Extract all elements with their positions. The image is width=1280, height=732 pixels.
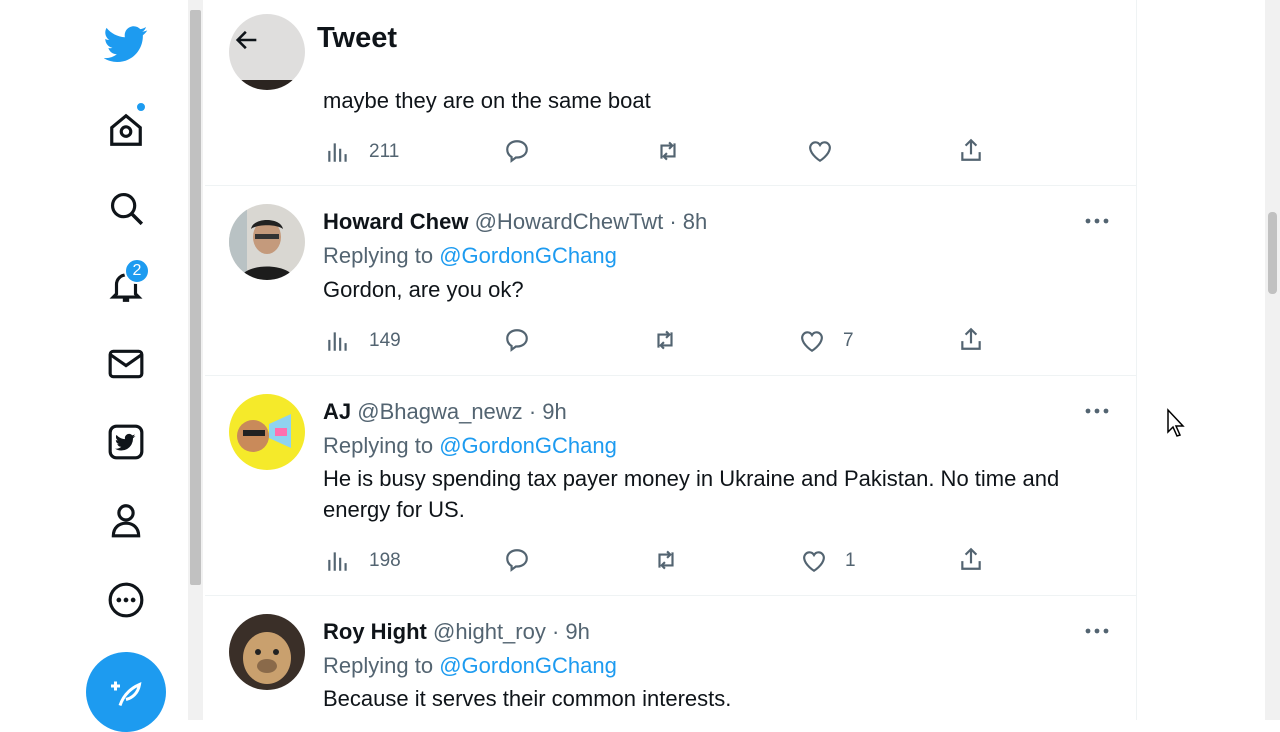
- share-upload-icon: [961, 138, 981, 161]
- back-arrow-icon: [235, 30, 257, 50]
- more-options-button[interactable]: [1083, 211, 1111, 231]
- ellipsis-icon: [1085, 408, 1109, 414]
- views-count: 149: [369, 330, 401, 351]
- reply-bubble-icon: [506, 549, 528, 572]
- views-count: 198: [369, 550, 401, 571]
- replying-to-label: Replying to: [323, 433, 434, 458]
- ellipsis-icon: [1085, 628, 1109, 634]
- like-button[interactable]: 1: [801, 548, 856, 574]
- likes-count: 7: [843, 330, 854, 351]
- replying-to-handle[interactable]: @GordonGChang: [439, 433, 617, 458]
- profile-person-icon[interactable]: [106, 500, 146, 540]
- tweet-text: Because it serves their common interests…: [323, 686, 732, 711]
- more-options-button[interactable]: [1083, 401, 1111, 421]
- avatar[interactable]: [229, 394, 305, 470]
- replying-to-label: Replying to: [323, 653, 434, 678]
- page-title: Tweet: [317, 22, 398, 54]
- retweet-button[interactable]: [653, 547, 679, 573]
- sidebar-scrollbar-thumb[interactable]: [190, 10, 201, 585]
- avatar[interactable]: [229, 614, 305, 690]
- retweet-icon: [660, 141, 676, 161]
- likes-count: 1: [845, 550, 856, 571]
- notification-badge: 2: [124, 258, 150, 284]
- reply-button[interactable]: [504, 138, 530, 164]
- ellipsis-icon: [1085, 218, 1109, 224]
- tweet-author-line: Howard Chew @HowardChewTwt · 8h: [323, 209, 707, 235]
- sidebar: 2: [0, 0, 188, 732]
- author-handle[interactable]: @HowardChewTwt: [475, 209, 664, 234]
- reply-button[interactable]: [504, 327, 530, 353]
- twitter-logo-icon[interactable]: [104, 22, 148, 66]
- replying-to-line: Replying to @GordonGChang: [323, 653, 617, 679]
- heart-icon: [801, 331, 823, 353]
- views-button[interactable]: 149: [325, 328, 401, 354]
- replying-to-label: Replying to: [323, 243, 434, 268]
- heart-icon: [803, 551, 825, 573]
- sidebar-scrollbar[interactable]: [188, 0, 203, 720]
- tweet-time[interactable]: · 9h: [552, 619, 590, 644]
- back-arrow-button[interactable]: [229, 22, 265, 58]
- page-header: Tweet: [205, 0, 1136, 80]
- views-button[interactable]: 198: [325, 548, 401, 574]
- replying-to-handle[interactable]: @GordonGChang: [439, 243, 617, 268]
- reply-bubble-icon: [506, 329, 528, 352]
- views-count: 211: [369, 141, 400, 162]
- tweet-text: Gordon, are you ok?: [323, 277, 524, 302]
- like-button[interactable]: [807, 138, 833, 164]
- tweet-author-line: Roy Hight @hight_roy · 9h: [323, 619, 590, 645]
- more-options-button[interactable]: [1083, 621, 1111, 641]
- author-name[interactable]: Howard Chew: [323, 209, 468, 234]
- share-button[interactable]: [958, 546, 984, 572]
- share-upload-icon: [961, 327, 981, 350]
- heart-icon: [809, 141, 831, 163]
- retweet-icon: [658, 550, 674, 570]
- tweet-text: He is busy spending tax payer money in U…: [323, 466, 1060, 522]
- page-scrollbar-thumb[interactable]: [1268, 212, 1277, 294]
- views-chart-icon: [328, 143, 347, 162]
- tweet-text: maybe they are on the same boat: [323, 88, 651, 113]
- more-options-circle-icon[interactable]: [106, 580, 146, 620]
- replying-to-line: Replying to @GordonGChang: [323, 243, 617, 269]
- messages-envelope-icon[interactable]: [106, 344, 146, 384]
- share-button[interactable]: [958, 326, 984, 352]
- author-handle[interactable]: @hight_roy: [433, 619, 546, 644]
- notifications-bell-icon[interactable]: 2: [106, 258, 150, 306]
- home-icon[interactable]: [106, 102, 146, 150]
- search-icon[interactable]: [106, 188, 146, 228]
- share-button[interactable]: [958, 137, 984, 163]
- tweet-author-line: AJ @Bhagwa_newz · 9h: [323, 399, 567, 425]
- retweet-icon: [657, 330, 673, 350]
- author-name[interactable]: Roy Hight: [323, 619, 427, 644]
- tweet-item[interactable]: AJ @Bhagwa_newz · 9h Replying to @Gordon…: [205, 376, 1136, 596]
- views-chart-icon: [328, 332, 347, 351]
- views-chart-icon: [328, 552, 347, 571]
- replying-to-line: Replying to @GordonGChang: [323, 433, 617, 459]
- compose-tweet-button[interactable]: [86, 652, 166, 732]
- reply-bubble-icon: [506, 140, 528, 163]
- replying-to-handle[interactable]: @GordonGChang: [439, 653, 617, 678]
- mouse-cursor-icon: [1166, 408, 1186, 443]
- tweet-time[interactable]: · 8h: [669, 209, 707, 234]
- tweet-thread-column: Tweet maybe they are on the same boat 21…: [205, 0, 1137, 720]
- share-upload-icon: [961, 547, 981, 570]
- tweet-item[interactable]: Roy Hight @hight_roy · 9h Replying to @G…: [205, 596, 1136, 720]
- page-scrollbar[interactable]: [1265, 0, 1280, 720]
- retweet-button[interactable]: [655, 138, 681, 164]
- like-button[interactable]: 7: [799, 328, 854, 354]
- tweet-item[interactable]: Howard Chew @HowardChewTwt · 8h Replying…: [205, 186, 1136, 376]
- author-name[interactable]: AJ: [323, 399, 351, 424]
- avatar[interactable]: [229, 204, 305, 280]
- twitter-blue-icon[interactable]: [106, 422, 146, 462]
- tweet-time[interactable]: · 9h: [529, 399, 567, 424]
- views-button[interactable]: 211: [325, 139, 399, 165]
- retweet-button[interactable]: [652, 327, 678, 353]
- author-handle[interactable]: @Bhagwa_newz: [357, 399, 522, 424]
- feather-plus-icon: [111, 681, 142, 707]
- reply-button[interactable]: [504, 547, 530, 573]
- home-unread-dot: [136, 102, 146, 112]
